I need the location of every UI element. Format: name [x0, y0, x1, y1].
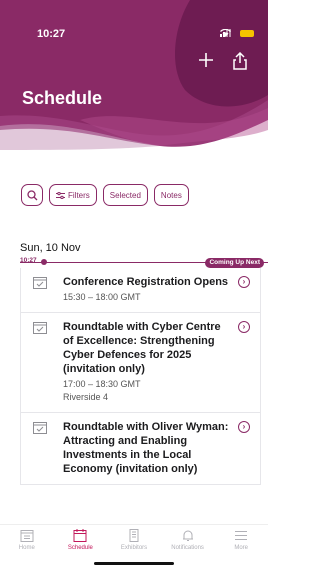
- notes-label: Notes: [160, 190, 182, 200]
- chevron-right-icon[interactable]: ›: [238, 421, 250, 433]
- search-icon: [26, 189, 37, 200]
- calendar-check-icon: [33, 277, 47, 289]
- calendar-check-icon: [33, 322, 47, 334]
- plus-icon: [199, 53, 213, 67]
- tab-label: Home: [18, 545, 35, 551]
- current-time-dot: [41, 259, 47, 265]
- tab-label: Exhibitors: [120, 545, 148, 551]
- day-label: Sun, 10 Nov: [20, 242, 81, 254]
- status-time: 10:27: [37, 28, 66, 40]
- exhibitors-icon: [129, 529, 139, 542]
- sliders-icon: [56, 191, 65, 199]
- header-wave-background: [0, 0, 268, 160]
- add-button[interactable]: [198, 52, 220, 74]
- tab-exhibitors[interactable]: Exhibitors: [107, 525, 161, 573]
- event-time: 17:00 – 18:30 GMT: [63, 379, 141, 389]
- event-location: Riverside 4: [63, 392, 109, 402]
- page-title: Schedule: [22, 88, 103, 108]
- tab-more[interactable]: More: [214, 525, 268, 573]
- event-list[interactable]: Conference Registration Opens 15:30 – 18…: [20, 268, 261, 525]
- filters-button[interactable]: Filters: [49, 184, 97, 206]
- bell-icon: [182, 530, 193, 541]
- share-icon: [233, 52, 247, 70]
- coming-up-next-badge: Coming Up Next: [205, 258, 264, 268]
- chevron-right-icon[interactable]: ›: [238, 276, 250, 288]
- tab-label: More: [234, 545, 248, 551]
- calendar-check-icon: [33, 422, 47, 434]
- tab-label: Notifications: [171, 545, 204, 551]
- notes-button[interactable]: Notes: [153, 184, 189, 206]
- event-card[interactable]: Roundtable with Cyber Centre of Excellen…: [20, 313, 261, 413]
- header-banner: 10:27 Schedule: [0, 0, 268, 160]
- tab-notifications[interactable]: Notifications: [161, 525, 215, 573]
- event-card[interactable]: Roundtable with Oliver Wyman: Attracting…: [20, 413, 261, 485]
- tab-label: Schedule: [67, 545, 93, 551]
- filters-label: Filters: [68, 190, 90, 200]
- event-title: Conference Registration Opens: [63, 276, 229, 288]
- tab-home[interactable]: Home: [0, 525, 54, 573]
- event-title: Roundtable with Oliver Wyman: Attracting…: [63, 421, 229, 475]
- chevron-right-icon[interactable]: ›: [238, 321, 250, 333]
- status-icons: [220, 29, 254, 37]
- event-card[interactable]: Conference Registration Opens 15:30 – 18…: [20, 268, 261, 313]
- current-time-label: 10:27: [20, 257, 37, 264]
- tab-schedule[interactable]: Schedule: [54, 525, 108, 573]
- filter-bar: Filters Selected Notes: [21, 184, 189, 206]
- home-icon: [20, 530, 34, 542]
- search-button[interactable]: [21, 184, 43, 206]
- selected-label: Selected: [109, 190, 141, 200]
- share-button[interactable]: [232, 52, 254, 74]
- home-indicator: [94, 562, 174, 565]
- calendar-icon: [73, 529, 87, 542]
- menu-icon: [235, 531, 248, 540]
- battery-icon: [240, 29, 254, 37]
- event-title: Roundtable with Cyber Centre of Excellen…: [63, 321, 221, 375]
- event-time: 15:30 – 18:00 GMT: [63, 292, 141, 302]
- selected-button[interactable]: Selected: [102, 184, 148, 206]
- tab-bar: Home Schedule Exhibitors Notifications M…: [0, 524, 268, 573]
